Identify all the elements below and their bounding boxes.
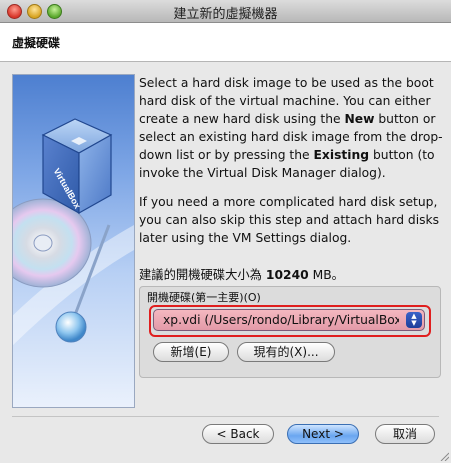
wizard-window: 建立新的虛擬機器 虛擬硬碟 VirtualBox Select a hard d… bbox=[0, 0, 451, 463]
description: Select a hard disk image to be used as t… bbox=[139, 74, 443, 247]
footer-divider bbox=[12, 416, 439, 417]
cancel-button[interactable]: 取消 bbox=[375, 424, 435, 444]
virtualbox-logo-icon: VirtualBox bbox=[13, 118, 134, 346]
next-button[interactable]: Next > bbox=[287, 424, 359, 444]
page-title: 虛擬硬碟 bbox=[12, 36, 61, 50]
boot-disk-label: 開機硬碟(第一主要)(O) bbox=[147, 291, 261, 304]
resize-grip-icon[interactable] bbox=[439, 451, 449, 461]
updown-arrows-icon: ▲ ▼ bbox=[406, 312, 422, 328]
title-bar: 建立新的虛擬機器 bbox=[0, 0, 451, 23]
new-disk-button[interactable]: 新增(E) bbox=[153, 342, 229, 362]
page-header: 虛擬硬碟 bbox=[0, 23, 451, 62]
description-paragraph-1: Select a hard disk image to be used as t… bbox=[139, 76, 443, 180]
existing-disk-button[interactable]: 現有的(X)... bbox=[237, 342, 335, 362]
back-button[interactable]: < Back bbox=[202, 424, 274, 444]
boot-disk-selected-value: xp.vdi (/Users/rondo/Library/VirtualBox/… bbox=[163, 313, 399, 327]
window-title: 建立新的虛擬機器 bbox=[173, 7, 278, 22]
wizard-artwork: VirtualBox bbox=[12, 74, 135, 408]
boot-disk-select[interactable]: xp.vdi (/Users/rondo/Library/VirtualBox/… bbox=[153, 309, 425, 331]
recommended-size-text: 建議的開機硬碟大小為 10240 MB。 bbox=[139, 268, 344, 282]
description-paragraph-2: If you need a more complicated hard disk… bbox=[139, 195, 440, 245]
